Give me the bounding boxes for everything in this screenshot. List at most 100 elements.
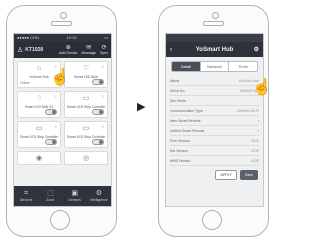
row-label: Dev Mode — [170, 98, 186, 103]
message-label: Message — [81, 51, 96, 55]
devices-icon: ⌗ — [24, 190, 29, 197]
tab-devices[interactable]: ⌗ Devices — [14, 186, 38, 206]
detail-header: ‹ YoSmart Hub ⚙ — [166, 42, 263, 57]
device-card-strip[interactable]: ▭ ≡ Smart LED Strip Controller — [17, 121, 61, 148]
row-label: Name — [170, 78, 180, 83]
tab-timer[interactable]: Timer — [228, 62, 257, 71]
device-card-bulb[interactable]: ♡ ≡ Smart LED Bulb — [64, 61, 108, 88]
strip-icon: ▭ — [35, 125, 43, 132]
device-toggle[interactable] — [92, 109, 104, 115]
row-label: New Smart Remote — [170, 118, 201, 123]
detail-rows: Name YoSmart Hub Serial No. D88A0F24C De… — [170, 76, 259, 166]
add-device-label: Add Device — [59, 51, 78, 55]
sync-button[interactable]: ⟳ Sync — [100, 45, 108, 55]
device-list-screen: ●●●●● CHN 10:10 ▭ ♙ KT1028 ⊕ Add Device … — [13, 33, 112, 207]
detail-tabs: Detail Network Timer — [171, 61, 258, 72]
message-button[interactable]: ✉ Message — [81, 45, 96, 55]
device-card-sensor[interactable]: ◎ — [64, 151, 108, 165]
bottom-tabbar: ⌗ Devices ⬚ Zone ▣ Devices ⚙ Intelligenc… — [14, 186, 111, 206]
intelligence-icon: ⚙ — [95, 190, 103, 197]
card-menu-icon[interactable]: ≡ — [55, 124, 57, 129]
row-label: Communication Type — [170, 108, 203, 113]
card-menu-icon[interactable]: ≡ — [102, 64, 104, 69]
left-phone: ●●●●● CHN 10:10 ▭ ♙ KT1028 ⊕ Add Device … — [6, 5, 117, 237]
sensor-icon: ◎ — [82, 155, 90, 162]
tab-devices-2[interactable]: ▣ Devices — [63, 186, 87, 206]
earpiece-speaker — [203, 21, 224, 26]
clock-text: 10:10 — [66, 35, 77, 40]
detail-row: Serial No. D88A0F24C — [170, 86, 259, 96]
home-title: KT1028 — [25, 47, 44, 53]
front-camera — [60, 12, 67, 19]
row-label: Firm Version — [170, 138, 190, 143]
hub-detail-screen: ‹ YoSmart Hub ⚙ Detail Network Timer Nam… — [165, 33, 264, 207]
tab-label: Devices — [68, 198, 81, 202]
row-value: 433MHz/Wi-Fi — [236, 108, 259, 113]
detail-row: Firm Version 0030 — [170, 136, 259, 146]
home-button[interactable] — [202, 210, 222, 230]
detail-row: MHB Version 0030 — [170, 156, 259, 166]
devices2-icon: ▣ — [71, 190, 78, 197]
front-camera — [212, 12, 219, 19]
battery-icon: ▭ — [104, 35, 108, 40]
device-card-strip[interactable]: ▭ ≡ Smart LED Strip Controller — [64, 121, 108, 148]
card-menu-icon[interactable]: ≡ — [55, 94, 57, 99]
user-icon[interactable]: ♙ — [17, 46, 23, 54]
tap-hand-icon: ☝ — [50, 69, 70, 86]
right-phone: ‹ YoSmart Hub ⚙ Detail Network Timer Nam… — [158, 5, 269, 237]
save-button[interactable]: Save — [239, 170, 258, 180]
device-toggle[interactable] — [92, 139, 104, 145]
tab-label: Devices — [19, 198, 33, 202]
detail-row: Communication Type 433MHz/Wi-Fi — [170, 106, 259, 116]
plug-icon: ◉ — [35, 155, 43, 162]
arrow-icon: ▶ — [137, 101, 146, 113]
device-card-strip[interactable]: ▭ ≡ Smart LED Strip Controller — [64, 91, 108, 118]
apply-button[interactable]: APPLY — [215, 170, 237, 180]
detail-row: Name YoSmart Hub — [170, 76, 259, 86]
chevron-right-icon: › — [257, 118, 259, 123]
page-title: YoSmart Hub — [195, 46, 234, 53]
tab-detail[interactable]: Detail — [172, 62, 200, 71]
strip-icon: ▭ — [82, 125, 90, 132]
strip-icon: ▭ — [82, 95, 90, 102]
tab-label: Zone — [46, 198, 55, 202]
card-menu-icon[interactable]: ≡ — [102, 124, 104, 129]
row-value: 0030 — [251, 158, 259, 163]
card-menu-icon[interactable]: ≡ — [102, 94, 104, 99]
detail-row[interactable]: New Smart Remote › — [170, 116, 259, 126]
chevron-right-icon: › — [257, 128, 259, 133]
device-toggle[interactable] — [45, 139, 57, 145]
carrier-text: ●●●●● CHN — [17, 35, 39, 40]
row-label: Serial No. — [170, 88, 186, 93]
sync-label: Sync — [100, 51, 108, 55]
device-toggle[interactable] — [92, 79, 104, 85]
zone-icon: ⬚ — [47, 190, 54, 197]
bulb-icon: ♢ — [35, 95, 43, 102]
row-value: 0030 — [251, 148, 259, 153]
device-toggle[interactable] — [45, 109, 57, 115]
header-actions: ⊕ Add Device ✉ Message ⟳ Sync — [59, 45, 108, 55]
tab-intelligence[interactable]: ⚙ Intelligence — [87, 186, 111, 206]
row-value: 0030 — [251, 138, 259, 143]
bulb-icon: ♡ — [82, 65, 90, 72]
earpiece-speaker — [51, 21, 72, 26]
device-card-bulb-s1[interactable]: ♢ ≡ Smart LED Bulb S1 — [17, 91, 61, 118]
hub-icon: ⌂ — [36, 65, 42, 72]
add-device-button[interactable]: ⊕ Add Device — [59, 45, 77, 55]
tap-hand-icon: ☝ — [252, 79, 272, 96]
device-card-plug[interactable]: ◉ — [17, 151, 61, 165]
status-bar — [166, 34, 263, 42]
device-status: Online — [20, 81, 30, 85]
tab-zone[interactable]: ⬚ Zone — [38, 186, 62, 206]
row-label: MHB Version — [170, 158, 191, 163]
detail-row-dev-mode[interactable]: Dev Mode — [170, 96, 259, 106]
detail-row[interactable]: Unified Smart Remote › — [170, 126, 259, 136]
app-header: ♙ KT1028 ⊕ Add Device ✉ Message ⟳ Sync — [14, 42, 111, 58]
home-button[interactable] — [50, 210, 70, 230]
tab-network[interactable]: Network — [199, 62, 229, 71]
detail-row: Set Version 0030 — [170, 146, 259, 156]
tab-label: Intelligence — [90, 198, 108, 202]
detail-actions: APPLY Save — [171, 170, 258, 180]
status-bar: ●●●●● CHN 10:10 ▭ — [14, 34, 111, 42]
row-label: Set Version — [170, 148, 188, 153]
